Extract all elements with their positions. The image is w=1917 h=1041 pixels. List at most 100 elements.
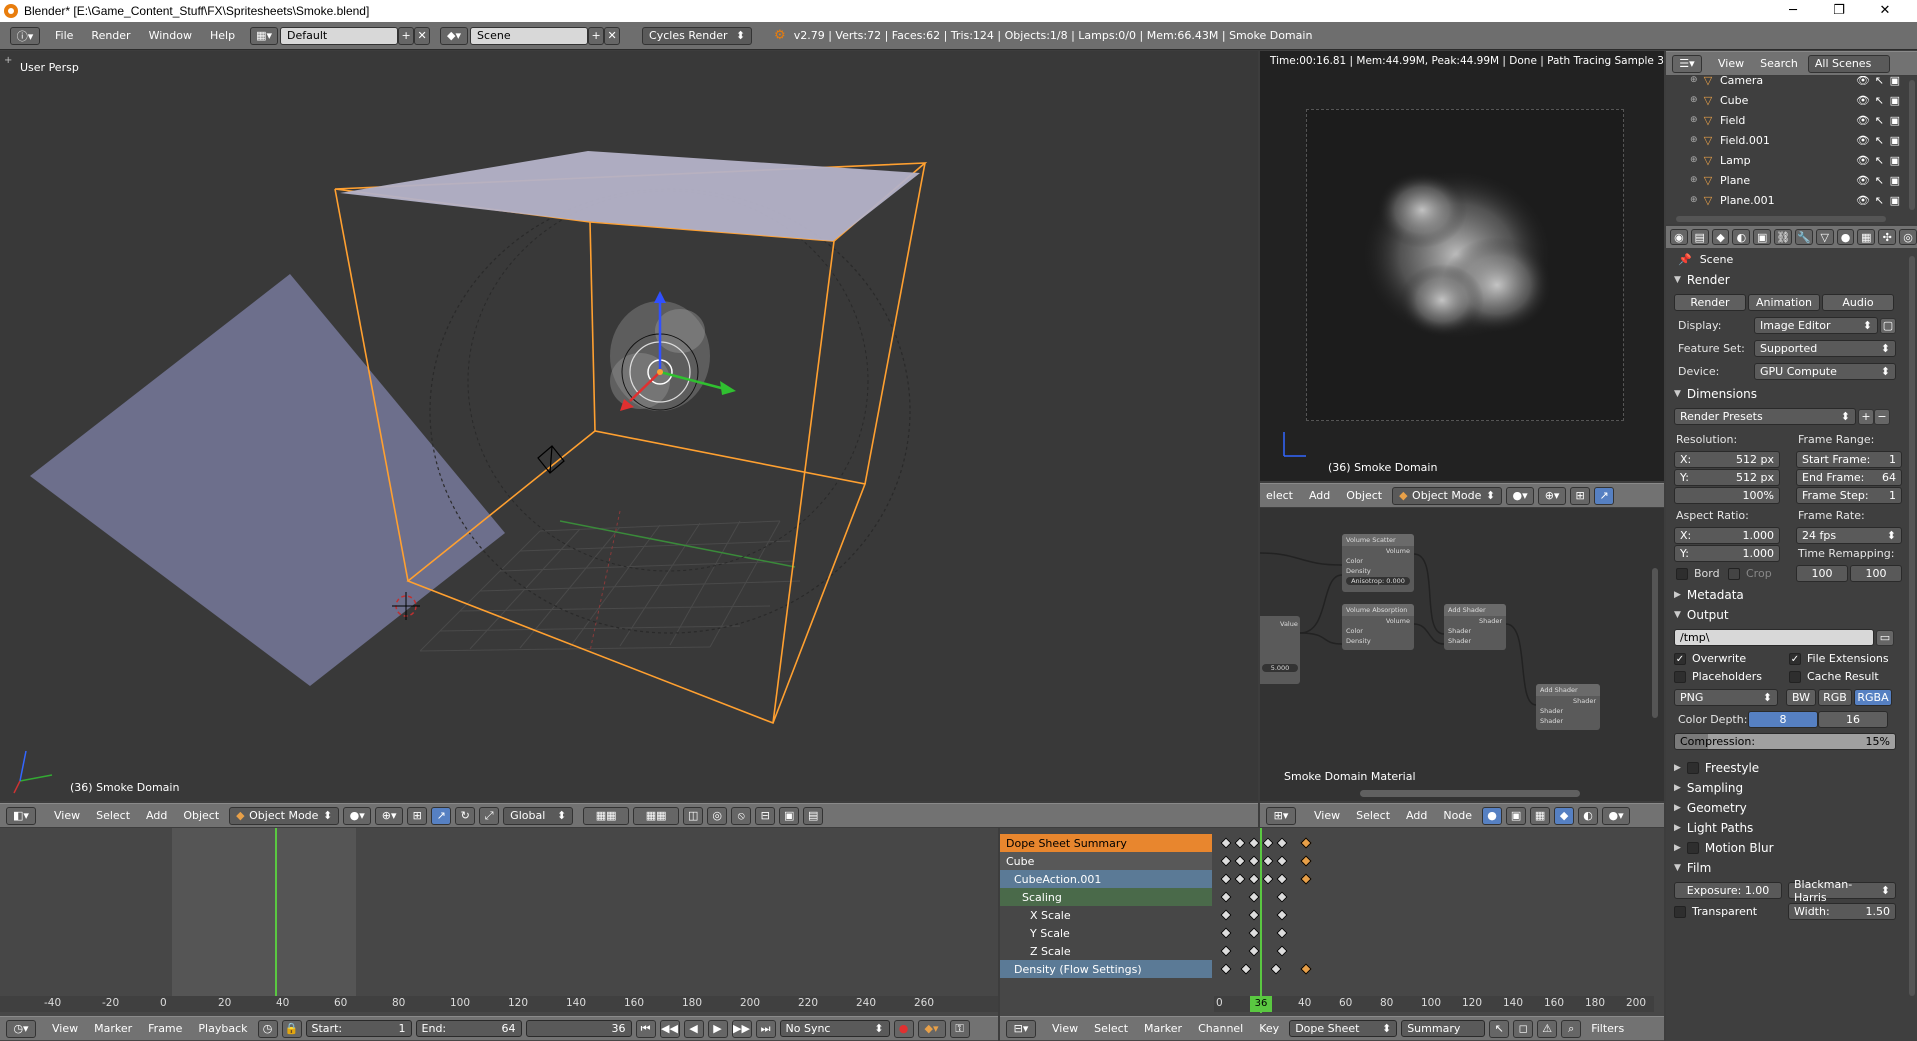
translate-manipulator-icon[interactable]: ↗ — [431, 806, 452, 825]
data-tab-icon[interactable]: ▽ — [1815, 229, 1834, 245]
keyframe-marker[interactable] — [1220, 945, 1232, 957]
color-depth-16-button[interactable]: 16 — [1818, 711, 1888, 728]
node-shading-icon[interactable]: ●▾ — [1506, 486, 1535, 505]
node-volume-absorption[interactable]: Volume Absorption Volume Color Density — [1342, 604, 1414, 650]
keyframe-marker[interactable] — [1270, 963, 1282, 975]
select-arrow-icon[interactable]: ↖ — [1875, 76, 1884, 87]
keyframe-marker[interactable] — [1300, 855, 1312, 867]
node-footer-view[interactable]: View — [1308, 809, 1346, 822]
search-icon[interactable]: ⌕ — [1561, 1019, 1582, 1038]
select-arrow-icon[interactable]: ↖ — [1875, 194, 1884, 207]
keyframe-marker[interactable] — [1220, 837, 1232, 849]
lock-layer-icon[interactable]: ◫ — [683, 806, 704, 825]
node-editor-type-icon[interactable]: ⊞▾ — [1266, 806, 1296, 825]
remap-old-field[interactable]: 100 — [1796, 565, 1848, 582]
sync-mode-dropdown[interactable]: No Sync ⬍ — [779, 1020, 890, 1037]
editor-type-icon[interactable]: ⓘ▾ — [10, 26, 40, 45]
frame-step-field[interactable]: Frame Step: 1 — [1796, 487, 1902, 504]
exposure-field[interactable]: Exposure: 1.00 — [1674, 882, 1782, 899]
keyframe-marker[interactable] — [1300, 873, 1312, 885]
render-presets-dropdown[interactable]: Render Presets ⬍ — [1674, 408, 1856, 425]
node-manip-icon[interactable]: ⊞ — [1570, 486, 1591, 505]
display-dropdown[interactable]: Image Editor ⬍ — [1754, 317, 1878, 334]
only-errors-icon[interactable]: ⚠ — [1537, 1019, 1558, 1038]
timeline[interactable]: -40 -20 0 20 40 60 80 100 120 140 160 180 200 220 240 2… — [0, 828, 998, 1041]
timeline-playhead[interactable] — [275, 828, 277, 998]
output-panel-header[interactable]: ▼ Output — [1666, 605, 1917, 625]
render-camera-icon[interactable]: ▣ — [1890, 194, 1900, 207]
select-arrow-icon[interactable]: ↖ — [1875, 134, 1884, 147]
keyframe-marker[interactable] — [1276, 855, 1288, 867]
keyframe-marker[interactable] — [1248, 945, 1260, 957]
keyframe-marker[interactable] — [1220, 963, 1232, 975]
outliner-editor-type-icon[interactable]: ☰▾ — [1672, 54, 1702, 73]
timeline-editor-type-icon[interactable]: ◷▾ — [6, 1019, 36, 1038]
jump-end-icon[interactable]: ⏭ — [755, 1019, 776, 1038]
keyframe-marker[interactable] — [1220, 909, 1232, 921]
frame-rate-dropdown[interactable]: 24 fps ⬍ — [1796, 527, 1902, 544]
play-reverse-icon[interactable]: ◀ — [683, 1019, 704, 1038]
placeholders-checkbox[interactable]: Placeholders — [1674, 670, 1789, 683]
compositing-nodes-icon[interactable]: ▣ — [1506, 806, 1527, 825]
crop-checkbox[interactable]: Crop — [1728, 567, 1772, 580]
physics-tab-icon[interactable]: ◎ — [1899, 229, 1917, 245]
keyframe-marker[interactable] — [1276, 873, 1288, 885]
play-icon[interactable]: ▶ — [707, 1019, 728, 1038]
resolution-x-field[interactable]: X: 512 px — [1674, 451, 1780, 468]
keyframe-marker[interactable] — [1234, 873, 1246, 885]
select-arrow-icon[interactable]: ↖ — [1875, 154, 1884, 167]
filter-width-field[interactable]: Width: 1.50 — [1788, 903, 1896, 920]
filter-type-dropdown[interactable]: Blackman-Harris ⬍ — [1788, 878, 1896, 904]
dope-sheet-menu-view[interactable]: View — [1046, 1022, 1084, 1035]
3d-viewport[interactable]: User Persp (36) Smoke Domain + — [0, 51, 1258, 801]
aspect-x-field[interactable]: X: 1.000 — [1674, 527, 1780, 544]
panel-enable-checkbox[interactable] — [1686, 842, 1699, 854]
color-rgba-button[interactable]: RGBA — [1854, 689, 1892, 706]
start-field[interactable]: Start: 1 — [305, 1020, 412, 1037]
remove-layout-icon[interactable]: ✕ — [414, 26, 431, 45]
eye-icon[interactable]: 👁 — [1856, 194, 1870, 207]
node-value-field[interactable]: 5.000 — [1262, 664, 1298, 672]
dope-sheet-menu-marker[interactable]: Marker — [1138, 1022, 1188, 1035]
expand-icon[interactable]: ⊕ — [1690, 175, 1700, 185]
keyframe-marker[interactable] — [1248, 855, 1260, 867]
outliner-item[interactable]: ⊕ ▽ Field.001 👁 ↖ ▣ — [1666, 130, 1906, 150]
outliner-tree[interactable]: ⊕ ▽ Camera 👁 ↖ ▣ ⊕ ▽ Cube 👁 ↖ ▣ ⊕ ▽ Field 👁 ↖ ▣ ⊕ ▽ Field.00… — [1666, 76, 1917, 224]
eye-icon[interactable]: 👁 — [1856, 174, 1870, 187]
metadata-panel-header[interactable]: ▶ Metadata — [1666, 585, 1917, 605]
jump-keyframe-forward-icon[interactable]: ▶▶ — [731, 1019, 752, 1038]
dope-sheet-channel[interactable]: Z Scale — [1000, 942, 1212, 960]
render-camera-icon[interactable]: ▣ — [1890, 114, 1900, 127]
dimensions-panel-header[interactable]: ▼ Dimensions — [1666, 384, 1917, 404]
folder-icon[interactable]: ▭ — [1876, 629, 1894, 646]
dope-sheet-channel[interactable]: Scaling — [1000, 888, 1212, 906]
resolution-y-field[interactable]: Y: 512 px — [1674, 469, 1780, 486]
node-field[interactable]: Anisotrop: 0.000 — [1346, 577, 1410, 585]
expand-icon[interactable]: ⊕ — [1690, 135, 1700, 145]
timeline-menu-marker[interactable]: Marker — [88, 1022, 138, 1035]
layer-buttons-a[interactable]: ▦▦ — [583, 806, 630, 825]
outliner-item[interactable]: ⊕ ▽ Lamp 👁 ↖ ▣ — [1666, 150, 1906, 170]
render-view[interactable]: Time:00:16.81 | Mem:44.99M, Peak:44.99M … — [1260, 51, 1664, 481]
keyframe-marker[interactable] — [1276, 927, 1288, 939]
render-anim-icon[interactable]: ▤ — [803, 806, 824, 825]
render-camera-icon[interactable]: ▣ — [1890, 76, 1900, 87]
snap-element-icon[interactable]: ⊟ — [755, 806, 776, 825]
resolution-percent-field[interactable]: 100% — [1674, 487, 1780, 504]
end-frame-field[interactable]: End Frame: 64 — [1796, 469, 1902, 486]
menu-render[interactable]: Render — [82, 29, 139, 42]
timeline-menu-frame[interactable]: Frame — [142, 1022, 188, 1035]
node-pivot-icon[interactable]: ⊕▾ — [1538, 486, 1567, 505]
viewport-menu-view[interactable]: View — [48, 809, 86, 822]
show-hidden-icon[interactable]: ◻ — [1513, 1019, 1534, 1038]
node-mode-dropdown[interactable]: ◆ Object Mode ⬍ — [1392, 486, 1503, 505]
transform-orientation-dropdown[interactable]: Global ⬍ — [503, 806, 574, 825]
file-format-dropdown[interactable]: PNG ⬍ — [1674, 689, 1778, 706]
outliner-hscrollbar[interactable] — [1676, 216, 1886, 222]
texture-tab-icon[interactable]: ▦ — [1857, 229, 1876, 245]
keyframe-marker[interactable] — [1276, 891, 1288, 903]
dope-sheet-mode-dropdown[interactable]: Dope Sheet ⬍ — [1289, 1020, 1398, 1037]
audio-button[interactable]: Audio — [1822, 294, 1894, 311]
remap-new-field[interactable]: 100 — [1850, 565, 1902, 582]
material-slot-icon[interactable]: ●▾ — [1602, 806, 1631, 825]
